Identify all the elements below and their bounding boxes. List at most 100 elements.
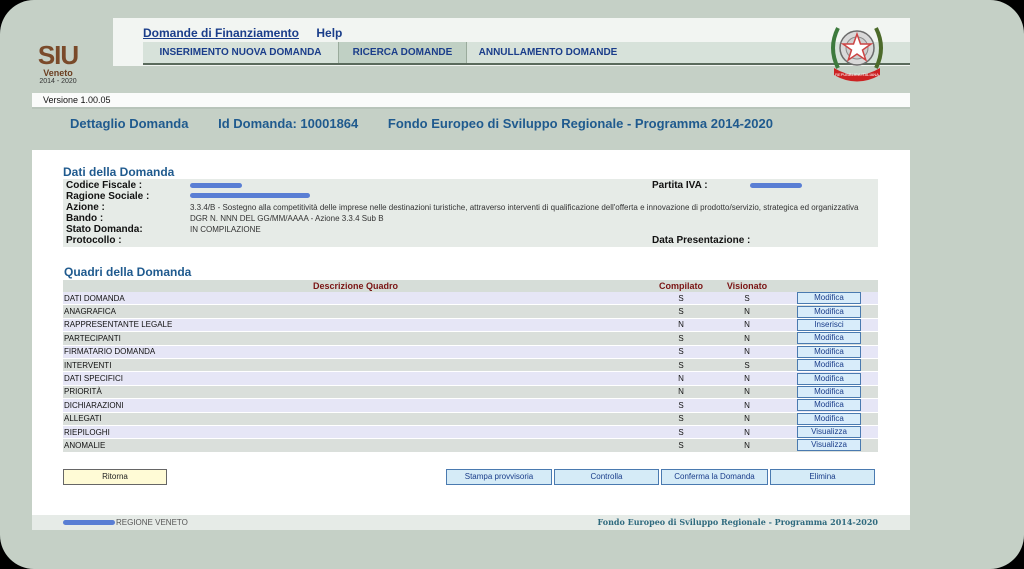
compilato-value: S bbox=[648, 425, 714, 440]
label-protocollo: Protocollo : bbox=[66, 235, 122, 246]
value-azione: 3.3.4/B - Sostegno alla competitività de… bbox=[190, 203, 859, 212]
visionato-value: N bbox=[714, 345, 780, 359]
footer: REGIONE VENETO Fondo Europeo di Sviluppo… bbox=[32, 515, 910, 530]
nav-annullamento-domande[interactable]: ANNULLAMENTO DOMANDE bbox=[468, 42, 628, 63]
stampa-provvisoria-button[interactable]: Stampa provvisoria bbox=[446, 469, 552, 485]
version-label: Versione 1.00.05 bbox=[43, 95, 111, 105]
visionato-value: N bbox=[714, 398, 780, 413]
column-header-compilato: Compilato bbox=[648, 280, 714, 292]
compilato-value: S bbox=[648, 398, 714, 413]
section-title-quadri: Quadri della Domanda bbox=[64, 265, 192, 279]
row-action-button[interactable]: Modifica bbox=[797, 292, 861, 305]
visionato-value: N bbox=[714, 304, 780, 319]
row-action-button[interactable]: Modifica bbox=[797, 372, 861, 385]
redacted-codice-fiscale bbox=[190, 183, 242, 188]
table-header-row: Descrizione Quadro Compilato Visionato bbox=[63, 280, 878, 292]
quadro-name: RAPPRESENTANTE LEGALE bbox=[63, 318, 648, 333]
label-ragione-sociale: Ragione Sociale : bbox=[66, 191, 150, 202]
quadro-name: PRIORITÀ bbox=[63, 385, 648, 400]
label-azione: Azione : bbox=[66, 202, 105, 213]
footer-right-text: Fondo Europeo di Sviluppo Regionale - Pr… bbox=[597, 517, 878, 527]
conferma-domanda-button[interactable]: Conferma la Domanda bbox=[661, 469, 768, 485]
table-row: DICHIARAZIONI S N Modifica bbox=[63, 398, 878, 413]
quadro-name: ALLEGATI bbox=[63, 412, 648, 426]
table-row: PARTECIPANTI S N Modifica bbox=[63, 331, 878, 346]
title-dettaglio: Dettaglio Domanda bbox=[70, 116, 189, 131]
application-frame: SIU Veneto 2014 - 2020 Domande di Finanz… bbox=[0, 0, 1024, 569]
top-links: Domande di Finanziamento Help bbox=[143, 26, 356, 40]
row-action-button[interactable]: Inserisci bbox=[797, 318, 861, 331]
redacted-partita-iva bbox=[750, 183, 802, 188]
column-header-descrizione: Descrizione Quadro bbox=[63, 280, 648, 292]
quadri-table-body: DATI DOMANDA S S Modifica ANAGRAFICA S N Modifi… bbox=[63, 292, 878, 453]
quadro-name: DATI SPECIFICI bbox=[63, 371, 648, 386]
nav-inserimento-nuova-domanda[interactable]: INSERIMENTO NUOVA DOMANDA bbox=[143, 42, 338, 63]
label-stato-domanda: Stato Domanda: bbox=[66, 224, 143, 235]
quadro-name: DICHIARAZIONI bbox=[63, 398, 648, 413]
quadro-name: ANAGRAFICA bbox=[63, 304, 648, 319]
table-row: ALLEGATI S N Modifica bbox=[63, 412, 878, 426]
value-bando: DGR N. NNN DEL GG/MM/AAAA - Azione 3.3.4… bbox=[190, 214, 384, 223]
label-codice-fiscale: Codice Fiscale : bbox=[66, 180, 143, 191]
link-domande-finanziamento[interactable]: Domande di Finanziamento bbox=[143, 26, 299, 40]
main-nav: INSERIMENTO NUOVA DOMANDA RICERCA DOMAND… bbox=[143, 42, 910, 65]
table-row: ANAGRAFICA S N Modifica bbox=[63, 304, 878, 319]
row-action-button[interactable]: Visualizza bbox=[797, 426, 861, 439]
table-row: DATI DOMANDA S S Modifica bbox=[63, 292, 878, 306]
title-id-domanda: Id Domanda: 10001864 bbox=[218, 116, 359, 131]
table-row: ANOMALIE S N Visualizza bbox=[63, 438, 878, 453]
action-cell: Modifica bbox=[780, 331, 878, 346]
visionato-value: N bbox=[714, 412, 780, 426]
page-title: Dettaglio Domanda Id Domanda: 10001864 F… bbox=[70, 116, 799, 131]
link-help[interactable]: Help bbox=[316, 26, 342, 40]
quadro-name: DATI DOMANDA bbox=[63, 292, 648, 306]
compilato-value: S bbox=[648, 292, 714, 306]
column-header-visionato: Visionato bbox=[714, 280, 780, 292]
elimina-button[interactable]: Elimina bbox=[770, 469, 875, 485]
ritorna-button[interactable]: Ritorna bbox=[63, 469, 167, 485]
compilato-value: N bbox=[648, 318, 714, 333]
visionato-value: N bbox=[714, 385, 780, 400]
table-row: RIEPILOGHI S N Visualizza bbox=[63, 425, 878, 440]
logo-years: 2014 - 2020 bbox=[39, 78, 77, 85]
dati-domanda-box: Codice Fiscale : Ragione Sociale : Azion… bbox=[63, 179, 878, 247]
visionato-value: N bbox=[714, 371, 780, 386]
nav-ricerca-domande[interactable]: RICERCA DOMANDE bbox=[338, 42, 467, 63]
row-action-button[interactable]: Modifica bbox=[797, 385, 861, 398]
quadro-name: ANOMALIE bbox=[63, 438, 648, 453]
row-action-button[interactable]: Modifica bbox=[797, 399, 861, 412]
visionato-value: N bbox=[714, 438, 780, 453]
compilato-value: S bbox=[648, 358, 714, 373]
value-stato-domanda: IN COMPILAZIONE bbox=[190, 225, 261, 234]
row-action-button[interactable]: Modifica bbox=[797, 305, 861, 318]
row-action-button[interactable]: Modifica bbox=[797, 332, 861, 345]
title-fondo: Fondo Europeo di Sviluppo Regionale - Pr… bbox=[387, 116, 773, 131]
action-cell: Modifica bbox=[780, 371, 878, 386]
quadro-name: INTERVENTI bbox=[63, 358, 648, 373]
table-row: FIRMATARIO DOMANDA S N Modifica bbox=[63, 345, 878, 359]
action-cell: Modifica bbox=[780, 345, 878, 359]
label-partita-iva: Partita IVA : bbox=[652, 180, 708, 191]
section-title-dati: Dati della Domanda bbox=[63, 165, 175, 179]
label-data-presentazione: Data Presentazione : bbox=[652, 235, 751, 246]
compilato-value: S bbox=[648, 412, 714, 426]
controlla-button[interactable]: Controlla bbox=[554, 469, 659, 485]
action-cell: Modifica bbox=[780, 412, 878, 426]
action-cell: Modifica bbox=[780, 292, 878, 306]
row-action-button[interactable]: Modifica bbox=[797, 345, 861, 358]
quadro-name: PARTECIPANTI bbox=[63, 331, 648, 346]
compilato-value: S bbox=[648, 331, 714, 346]
row-action-button[interactable]: Modifica bbox=[797, 412, 861, 425]
label-bando: Bando : bbox=[66, 213, 104, 224]
visionato-value: N bbox=[714, 425, 780, 440]
table-row: PRIORITÀ N N Modifica bbox=[63, 385, 878, 400]
version-bar: Versione 1.00.05 bbox=[32, 93, 910, 109]
italian-republic-emblem-icon: REPUBBLICA ITALIANA bbox=[826, 18, 888, 86]
compilato-value: N bbox=[648, 385, 714, 400]
action-cell: Inserisci bbox=[780, 318, 878, 333]
compilato-value: S bbox=[648, 438, 714, 453]
logo-name: SIU bbox=[37, 40, 79, 70]
row-action-button[interactable]: Visualizza bbox=[797, 439, 861, 452]
row-action-button[interactable]: Modifica bbox=[797, 359, 861, 372]
visionato-value: S bbox=[714, 358, 780, 373]
